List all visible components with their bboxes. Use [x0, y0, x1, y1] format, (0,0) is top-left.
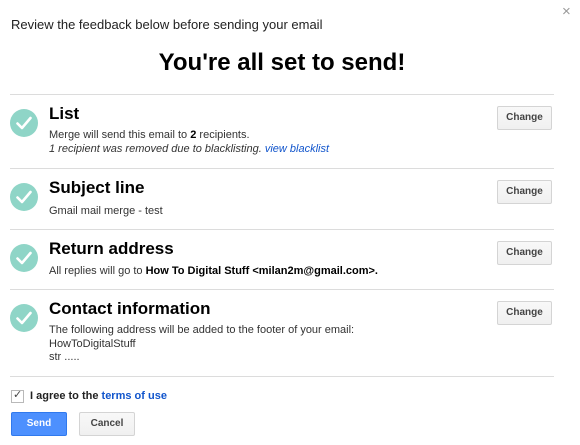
checkmark-icon [10, 109, 38, 137]
terms-label: I agree to the terms of use [30, 390, 167, 402]
contact-info-line: HowToDigitalStuff [49, 338, 136, 350]
checkmark-icon [10, 304, 38, 332]
section-subject-line: Subject line Gmail mail merge - test Cha… [10, 169, 554, 229]
checkmark-icon [10, 244, 38, 272]
cancel-button[interactable]: Cancel [79, 412, 135, 436]
blacklist-note-text: 1 recipient was removed due to blacklist… [49, 143, 265, 155]
terms-text: I agree to the [30, 390, 102, 402]
section-title: Return address [49, 239, 174, 258]
section-return-address: Return address All replies will go to Ho… [10, 230, 554, 289]
section-title: Subject line [49, 178, 145, 197]
dialog-subtitle: Review the feedback below before sending… [11, 17, 323, 32]
return-address-value: All replies will go to How To Digital St… [49, 265, 378, 277]
divider [10, 376, 554, 377]
page-title: You're all set to send! [158, 49, 406, 76]
close-icon[interactable]: × [562, 4, 571, 19]
send-button[interactable]: Send [11, 412, 67, 436]
summary-suffix: recipients. [196, 129, 250, 141]
checkbox-checked-icon[interactable]: ✓ [11, 389, 24, 403]
section-list: List Merge will send this email to 2 rec… [10, 95, 554, 168]
section-title: List [49, 104, 80, 123]
section-contact-information: Contact information The following addres… [10, 290, 554, 376]
checkmark-icon [10, 183, 38, 211]
change-list-button[interactable]: Change [497, 106, 552, 130]
terms-of-use-link[interactable]: terms of use [102, 390, 167, 402]
summary-prefix: Merge will send this email to [49, 129, 191, 141]
contact-info-line: The following address will be added to t… [49, 324, 355, 336]
return-address-email: How To Digital Stuff <milan2m@gmail.com>… [145, 265, 378, 277]
checkmark-icon: ✓ [13, 389, 23, 401]
change-subject-button[interactable]: Change [497, 180, 552, 204]
section-title: Contact information [49, 299, 211, 318]
list-recipient-summary: Merge will send this email to 2 recipien… [49, 129, 250, 141]
return-address-prefix: All replies will go to [49, 265, 146, 277]
change-contact-info-button[interactable]: Change [497, 301, 552, 325]
blacklist-note: 1 recipient was removed due to blacklist… [49, 143, 329, 155]
subject-value: Gmail mail merge - test [49, 205, 163, 217]
contact-info-line: str ..... [49, 351, 80, 363]
change-return-address-button[interactable]: Change [497, 241, 552, 265]
view-blacklist-link[interactable]: view blacklist [265, 143, 329, 155]
